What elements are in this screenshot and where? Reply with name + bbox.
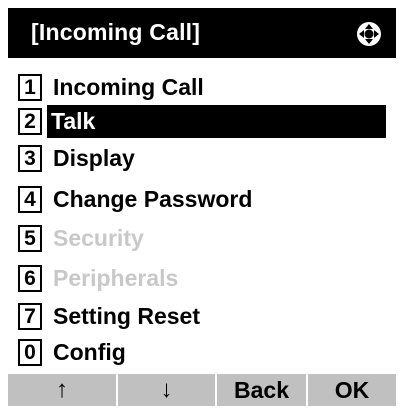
menu-item-config[interactable]: 0 Config [18,336,386,369]
four-way-navigation-icon [357,22,381,46]
phone-display: [Incoming Call] 1 Incoming Call 2 Talk 3… [8,8,396,406]
menu-item-number: 5 [18,225,42,252]
ok-softkey[interactable]: OK [308,374,396,406]
menu-item-display[interactable]: 3 Display [18,142,386,175]
menu-item-number: 0 [18,339,42,366]
menu-item-security: 5 Security [18,222,386,255]
down-arrow-softkey[interactable]: ↓ [118,374,217,406]
menu-item-talk[interactable]: 2 Talk [18,105,386,138]
menu-item-number: 7 [18,303,42,330]
menu-item-label: Config [53,339,126,365]
menu-item-label: Peripherals [53,265,179,291]
selection-highlight [47,105,386,138]
menu-item-number: 3 [18,145,42,172]
menu-item-number: 6 [18,265,42,292]
menu-item-number: 1 [18,74,42,101]
title-bar: [Incoming Call] [8,8,396,58]
menu-item-label: Setting Reset [53,303,200,329]
menu-item-label: Security [53,225,144,251]
menu-item-label: Talk [51,108,96,134]
menu-item-label: Incoming Call [53,74,204,100]
menu-item-peripherals: 6 Peripherals [18,262,386,295]
menu-item-incoming-call[interactable]: 1 Incoming Call [18,71,386,104]
up-arrow-softkey[interactable]: ↑ [8,374,118,406]
back-softkey[interactable]: Back [217,374,308,406]
menu-item-number: 2 [18,108,42,135]
menu-item-number: 4 [18,186,42,213]
menu-item-label: Change Password [53,186,253,212]
menu-item-setting-reset[interactable]: 7 Setting Reset [18,300,386,333]
menu-item-label: Display [53,145,135,171]
menu-item-change-password[interactable]: 4 Change Password [18,183,386,216]
page-title: [Incoming Call] [31,19,201,45]
softkey-bar: ↑ ↓ Back OK [8,374,396,406]
